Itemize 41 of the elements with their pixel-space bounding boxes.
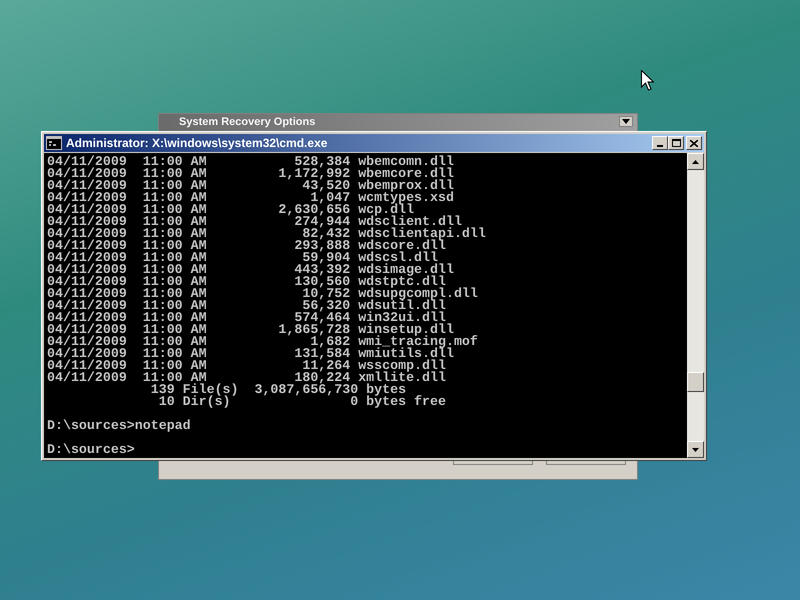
scroll-down-button[interactable] [687,441,704,458]
console-line: 04/11/2009 11:00 AM 56,320 wdsutil.dll [47,300,446,312]
down-arrow-icon [692,448,699,452]
console-line: 04/11/2009 11:00 AM 443,392 wdsimage.dll [47,264,455,276]
console-line: 04/11/2009 11:00 AM 43,520 wbemprox.dll [47,180,455,192]
caret-icon [622,119,630,124]
command-prompt-line: D:\sources> [47,444,136,456]
console-line: 04/11/2009 11:00 AM 59,904 wdscsl.dll [47,252,438,264]
maximize-button[interactable] [668,136,684,150]
console-line: 04/11/2009 11:00 AM 528,384 wbemcomn.dll [47,156,455,168]
scroll-thumb[interactable] [687,372,704,392]
scrollbar[interactable] [687,153,704,458]
mouse-cursor-icon [641,70,654,91]
console-line: 04/11/2009 11:00 AM 10,752 wdsupgcompl.dll [47,288,479,300]
up-arrow-icon [692,160,699,164]
console-line: 04/11/2009 11:00 AM 274,944 wdsclient.dll [47,216,462,228]
console-icon [46,136,62,150]
scroll-up-button[interactable] [687,153,704,170]
console-line: 04/11/2009 11:00 AM 82,432 wdsclientapi.dll [47,228,487,240]
window-title: System Recovery Options [178,116,316,129]
console-line: 04/11/2009 11:00 AM 130,560 wdstptc.dll [47,276,446,288]
console-line: 04/11/2009 11:00 AM 11,264 wsscomp.dll [47,360,447,372]
console-line: 04/11/2009 11:00 AM 1,682 wmi_tracing.mof [47,336,479,348]
dropdown-button[interactable] [619,116,633,127]
console-line: 04/11/2009 11:00 AM 131,584 wmiutils.dll [47,348,454,360]
minimize-button[interactable] [652,136,668,150]
console-line: 04/11/2009 11:00 AM 1,865,728 winsetup.dll [47,324,454,336]
console-line: 10 Dir(s) 0 bytes free [158,396,447,408]
console-line: 04/11/2009 11:00 AM 293,888 wdscore.dll [47,240,446,252]
close-button[interactable] [686,136,702,150]
console-line: 04/11/2009 11:00 AM 2,630,656 wcp.dll [47,204,414,216]
window-title: Administrator: X:\windows\system32\cmd.exe [66,135,328,152]
console-line: 139 File(s) 3,087,656,730 bytes [150,384,408,396]
command-prompt-line: D:\sources>notepad [47,420,192,432]
maximize-icon [672,139,680,147]
console-line: 04/11/2009 11:00 AM 180,224 xmllite.dll [47,372,447,384]
console-line: 04/11/2009 11:00 AM 1,172,992 wbemcore.dll [47,168,455,180]
console-line: 04/11/2009 11:00 AM 574,464 win32ui.dll [47,312,446,324]
minimize-icon [657,145,663,147]
close-icon [690,140,698,146]
console-line: 04/11/2009 11:00 AM 1,047 wcmtypes.xsd [47,192,455,204]
